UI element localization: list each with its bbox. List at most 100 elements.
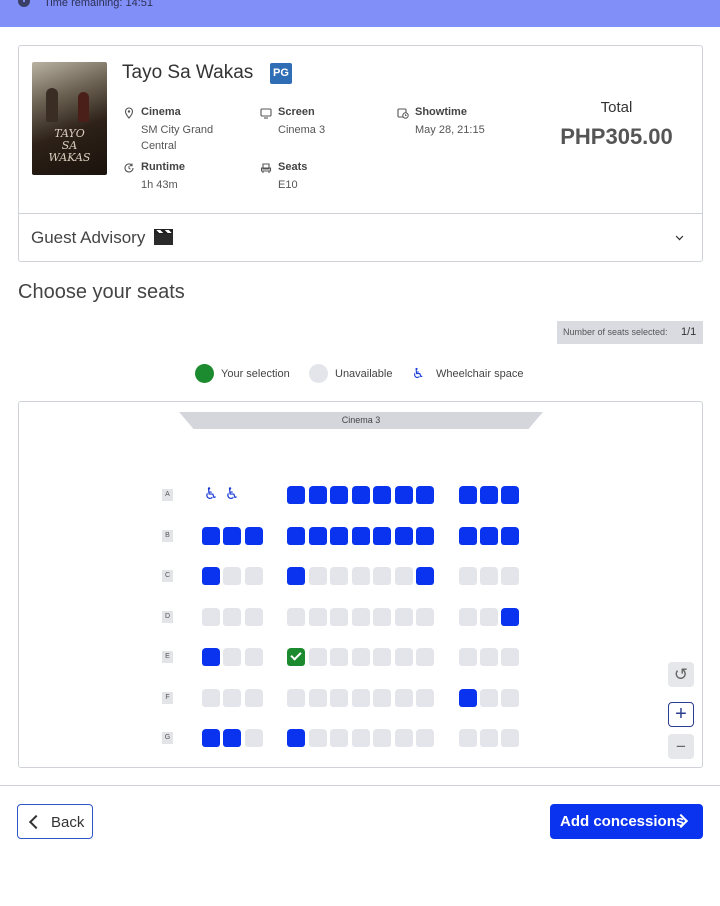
seat-B11[interactable] [459, 527, 477, 545]
movie-poster: TAYO SA WAKAS [32, 62, 107, 175]
row-label-b: B [162, 530, 173, 542]
seat-B9[interactable] [395, 527, 413, 545]
seat-D9 [395, 608, 413, 626]
seat-G12 [480, 729, 498, 747]
seat-E4-selected[interactable] [287, 648, 305, 666]
seat-G6 [330, 729, 348, 747]
seat-A4[interactable] [287, 486, 305, 504]
seat-C13 [501, 567, 519, 585]
seat-D12 [480, 608, 498, 626]
seat-C4[interactable] [287, 567, 305, 585]
seat-E9 [395, 648, 413, 666]
seat-B8[interactable] [373, 527, 391, 545]
seat-B4[interactable] [287, 527, 305, 545]
seat-D6 [330, 608, 348, 626]
seat-G9 [395, 729, 413, 747]
seat-C1[interactable] [202, 567, 220, 585]
zoom-in-button[interactable]: + [668, 702, 694, 727]
seat-B3[interactable] [245, 527, 263, 545]
seat-E13 [501, 648, 519, 666]
seat-A9[interactable] [395, 486, 413, 504]
back-button[interactable]: Back [17, 804, 93, 839]
seat-E11 [459, 648, 477, 666]
seat-B7[interactable] [352, 527, 370, 545]
section-title: Choose your seats [18, 281, 185, 303]
clapperboard-icon [154, 229, 174, 245]
seat-A6[interactable] [330, 486, 348, 504]
seat-B10[interactable] [416, 527, 434, 545]
guest-advisory-label: Guest Advisory [31, 228, 146, 247]
reset-view-button[interactable]: ↺ [668, 662, 694, 687]
seat-B6[interactable] [330, 527, 348, 545]
seat-C8 [373, 567, 391, 585]
plus-icon: + [675, 703, 687, 725]
seat-D11 [459, 608, 477, 626]
seat-F7 [352, 689, 370, 707]
seat-D8 [373, 608, 391, 626]
wheelchair-icon: ♿ [412, 365, 425, 381]
seat-G2[interactable] [223, 729, 241, 747]
seat-D7 [352, 608, 370, 626]
row-label-a: A [162, 489, 173, 501]
seat-C7 [352, 567, 370, 585]
seat-B12[interactable] [480, 527, 498, 545]
seat-E3 [245, 648, 263, 666]
seat-B1[interactable] [202, 527, 220, 545]
guest-advisory-toggle[interactable]: Guest Advisory [31, 228, 174, 248]
row-label-d: D [162, 611, 173, 623]
add-concessions-button[interactable]: Add concessions [550, 804, 703, 839]
minus-icon: − [676, 737, 686, 756]
location-pin-icon [124, 107, 134, 119]
seat-F11[interactable] [459, 689, 477, 707]
seat-A13[interactable] [501, 486, 519, 504]
refresh-clock-icon [124, 163, 134, 173]
seat-icon [260, 163, 272, 173]
seat-C10[interactable] [416, 567, 434, 585]
seat-A5[interactable] [309, 486, 327, 504]
selection-swatch [195, 364, 214, 383]
seat-F10 [416, 689, 434, 707]
seat-F3 [245, 689, 263, 707]
seat-E6 [330, 648, 348, 666]
seat-G13 [501, 729, 519, 747]
seat-D10 [416, 608, 434, 626]
reset-icon: ↺ [673, 665, 689, 684]
seat-A10[interactable] [416, 486, 434, 504]
rating-badge: PG [270, 63, 292, 84]
unavailable-swatch [309, 364, 328, 383]
wheelchair-space-icon[interactable]: ♿ [202, 486, 220, 504]
seat-D13[interactable] [501, 608, 519, 626]
seat-B2[interactable] [223, 527, 241, 545]
seat-F12 [480, 689, 498, 707]
seat-G1[interactable] [202, 729, 220, 747]
seat-F2 [223, 689, 241, 707]
timer-bar: Time remaining: 14:51 [0, 0, 720, 27]
seat-B13[interactable] [501, 527, 519, 545]
seat-G5 [309, 729, 327, 747]
seat-F4 [287, 689, 305, 707]
seat-E1[interactable] [202, 648, 220, 666]
booking-summary: TAYO SA WAKAS Tayo Sa Wakas PG Cinema SM C… [18, 45, 703, 262]
chevron-left-icon [28, 814, 44, 830]
seat-A12[interactable] [480, 486, 498, 504]
seat-E10 [416, 648, 434, 666]
seat-F6 [330, 689, 348, 707]
chevron-down-icon[interactable] [675, 232, 684, 241]
footer-divider [0, 785, 720, 786]
wheelchair-space-icon[interactable]: ♿ [223, 486, 241, 504]
seat-G4[interactable] [287, 729, 305, 747]
seat-C12 [480, 567, 498, 585]
seat-A7[interactable] [352, 486, 370, 504]
seats-selected-value: 1/1 [681, 326, 697, 338]
seat-map[interactable]: Cinema 3 ↺ + − A ♿ ♿ B C D E F G [18, 401, 703, 768]
zoom-out-button[interactable]: − [668, 734, 694, 759]
seat-B5[interactable] [309, 527, 327, 545]
row-label-g: G [162, 732, 173, 744]
seat-E12 [480, 648, 498, 666]
seat-F9 [395, 689, 413, 707]
seats-selected-badge: Number of seats selected: 1/1 [557, 321, 703, 344]
seat-A8[interactable] [373, 486, 391, 504]
seat-A11[interactable] [459, 486, 477, 504]
seat-C6 [330, 567, 348, 585]
monitor-icon [260, 108, 272, 119]
